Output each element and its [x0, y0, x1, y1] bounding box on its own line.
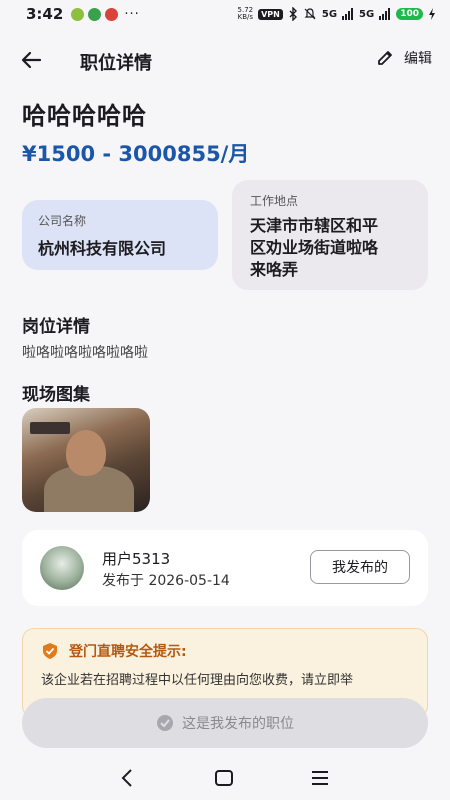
net-speed: 5.72 KB/s: [238, 7, 254, 21]
pencil-icon: [378, 51, 392, 65]
company-label: 公司名称: [38, 214, 87, 228]
status-bar: 3:42 ··· 5.72 KB/s VPN 5G 5G 100: [0, 0, 450, 28]
location-card: 工作地点 天津市市辖区和平 区劝业场街道啦咯 来咯弄: [232, 180, 428, 290]
gallery-photo[interactable]: [22, 408, 150, 512]
app-bar: 职位详情 编辑: [0, 38, 450, 82]
photo-sign: [30, 422, 70, 434]
salary: ¥1500 - 3000855/月: [22, 142, 250, 166]
signal-2-icon: [379, 8, 391, 20]
charging-icon: [429, 8, 435, 20]
status-indicators: 5.72 KB/s VPN 5G 5G 100: [238, 7, 436, 21]
edit-button[interactable]: 编辑: [376, 48, 432, 68]
page-title: 职位详情: [80, 53, 152, 74]
gallery-title: 现场图集: [22, 385, 90, 405]
nav-menu-icon[interactable]: [311, 770, 329, 786]
nav-home-icon[interactable]: [215, 770, 233, 786]
warning-text: 该企业若在招聘过程中以任何理由向您收费，请立即举: [41, 673, 354, 688]
job-description: 啦咯啦咯啦咯啦咯啦: [22, 345, 148, 361]
system-nav-bar: [0, 758, 450, 800]
publisher-card: 用户5313 发布于 2026-05-14 我发布的: [22, 530, 428, 606]
location-line-2: 区劝业场街道啦咯: [250, 238, 379, 257]
verified-badge-icon: [157, 715, 173, 731]
warning-title: 登门直聘安全提示:: [69, 644, 187, 660]
signal-2-label: 5G: [359, 8, 375, 20]
avatar[interactable]: [40, 546, 84, 590]
wechat-notification-icon: [88, 7, 102, 21]
app-notification-icon: [71, 7, 85, 21]
location-line-1: 天津市市辖区和平: [250, 216, 379, 235]
signal-1-icon: [342, 8, 354, 20]
company-card: 公司名称 杭州科技有限公司: [22, 200, 218, 270]
job-title: 哈哈哈哈哈: [22, 102, 147, 130]
status-time: 3:42: [26, 5, 64, 23]
publisher-name: 用户5313: [102, 550, 171, 568]
company-name: 杭州科技有限公司: [38, 239, 167, 258]
publish-date: 发布于 2026-05-14: [102, 573, 230, 589]
location-label: 工作地点: [250, 194, 299, 208]
location-line-3: 来咯弄: [250, 260, 299, 279]
my-posts-button[interactable]: 我发布的: [310, 550, 410, 584]
nav-back-icon[interactable]: [120, 768, 134, 788]
mail-notification-icon: [105, 7, 119, 21]
vpn-icon: VPN: [258, 8, 283, 20]
more-notifications-icon: ···: [124, 6, 140, 22]
battery-icon: 100: [396, 8, 423, 20]
edit-label: 编辑: [404, 51, 432, 67]
photo-person-head: [66, 430, 106, 476]
own-job-button[interactable]: 这是我发布的职位: [22, 698, 428, 748]
net-speed-unit: KB/s: [237, 13, 254, 21]
signal-1-label: 5G: [321, 8, 338, 20]
back-arrow-icon[interactable]: [20, 48, 44, 72]
warning-header: 登门直聘安全提示:: [41, 641, 409, 661]
bluetooth-icon: [289, 7, 297, 21]
own-job-label: 这是我发布的职位: [182, 716, 294, 732]
details-title: 岗位详情: [22, 317, 90, 337]
shield-icon: [43, 643, 57, 659]
mute-icon: [304, 8, 316, 20]
